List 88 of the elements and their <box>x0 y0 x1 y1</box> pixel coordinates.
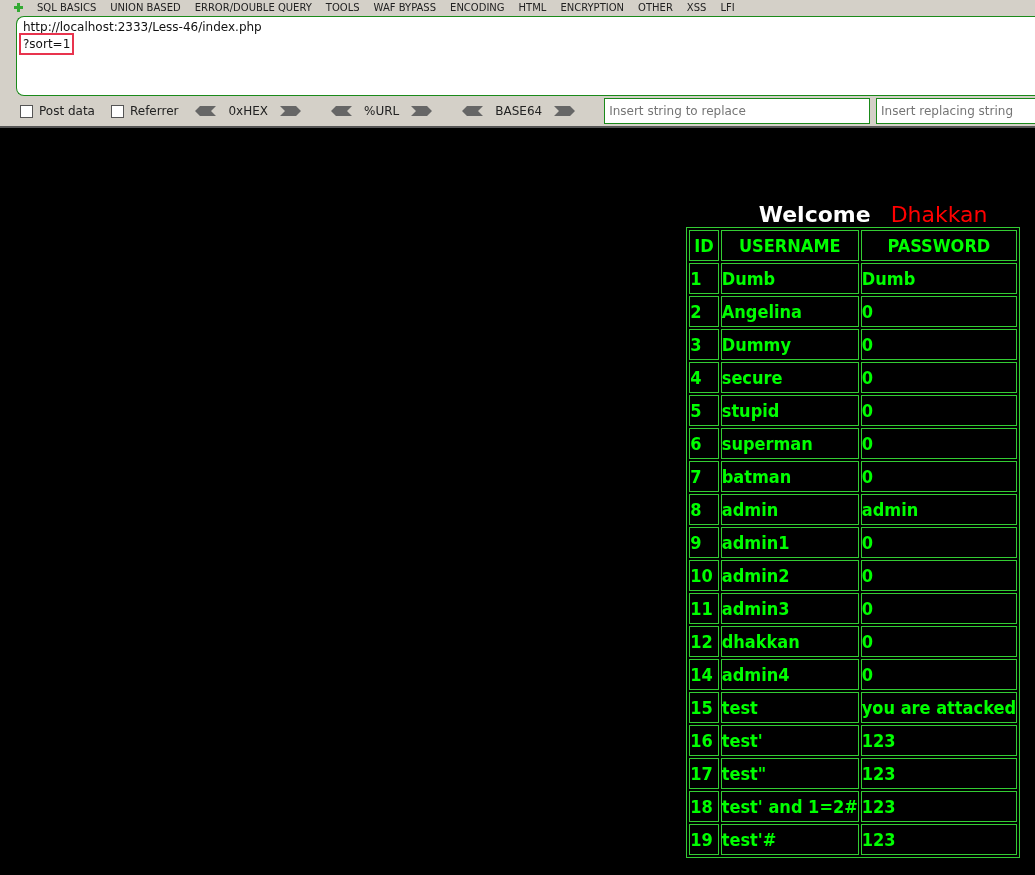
table-cell: 5 <box>689 395 719 426</box>
plus-icon[interactable] <box>14 3 23 12</box>
table-cell: 1 <box>689 263 719 294</box>
table-cell: 0 <box>860 626 1017 657</box>
table-cell: 2 <box>689 296 719 327</box>
menu-item[interactable]: ENCRYPTION <box>560 2 625 13</box>
column-header: USERNAME <box>720 230 859 261</box>
table-cell: 0 <box>860 296 1017 327</box>
table-cell: test <box>720 692 859 723</box>
right-arrow-icon[interactable] <box>554 105 577 117</box>
checkbox[interactable] <box>20 104 33 118</box>
table-cell: 0 <box>860 659 1017 690</box>
menu-item[interactable]: LFI <box>720 2 735 13</box>
table-cell: 0 <box>860 560 1017 591</box>
column-header: ID <box>689 230 719 261</box>
table-cell: 123 <box>860 824 1017 855</box>
menu-item[interactable]: XSS <box>686 2 707 13</box>
replacing-field[interactable]: Insert replacing string <box>876 98 1035 124</box>
table-cell: admin <box>860 494 1017 525</box>
table-cell: 12 <box>689 626 719 657</box>
table-cell: 9 <box>689 527 719 558</box>
table-cell: 8 <box>689 494 719 525</box>
menu-item[interactable]: ENCODING <box>450 2 505 13</box>
table-cell: 14 <box>689 659 719 690</box>
url-field[interactable]: http://localhost:2333/Less-46/index.php ?sort=1 <box>16 16 1035 96</box>
table-cell: stupid <box>720 395 859 426</box>
column-header: PASSWORD <box>860 230 1017 261</box>
table-cell: 123 <box>860 725 1017 756</box>
table-cell: 0 <box>860 593 1017 624</box>
table-cell: 0 <box>860 461 1017 492</box>
left-arrow-icon[interactable] <box>461 105 484 117</box>
checkbox[interactable] <box>110 104 124 118</box>
table-cell: 0 <box>860 395 1017 426</box>
table-cell: superman <box>720 428 859 459</box>
table-cell: Dumb <box>860 263 1017 294</box>
table-cell: admin3 <box>720 593 859 624</box>
table-cell: batman <box>720 461 859 492</box>
table-cell: admin <box>720 494 859 525</box>
table-cell: 17 <box>689 758 719 789</box>
table-cell: test' <box>720 725 859 756</box>
table-cell: admin4 <box>720 659 859 690</box>
table-cell: admin2 <box>720 560 859 591</box>
table-cell: Dummy <box>720 329 859 360</box>
table-cell: 11 <box>689 593 719 624</box>
table-cell: 3 <box>689 329 719 360</box>
checkbox-label[interactable]: Referrer <box>129 104 179 118</box>
table-cell: 7 <box>689 461 719 492</box>
table-cell: 0 <box>860 329 1017 360</box>
table-cell: 4 <box>689 362 719 393</box>
table-cell: 0 <box>860 527 1017 558</box>
table-cell: test" <box>720 758 859 789</box>
menu-item[interactable]: WAF BYPASS <box>373 2 437 13</box>
table-cell: 0 <box>860 362 1017 393</box>
welcome-text: Welcome <box>758 202 871 227</box>
menu-item[interactable]: UNION BASED <box>110 2 181 13</box>
menu-item[interactable]: TOOLS <box>325 2 360 13</box>
left-arrow-icon[interactable] <box>330 105 352 117</box>
table-cell: test' and 1=2# <box>720 791 859 822</box>
menu-item[interactable]: ERROR/DOUBLE QUERY <box>194 2 312 13</box>
table-cell: dhakkan <box>720 626 859 657</box>
table-cell: admin1 <box>720 527 859 558</box>
table-cell: 6 <box>689 428 719 459</box>
menu-item[interactable]: OTHER <box>638 2 673 13</box>
table-cell: Angelina <box>720 296 859 327</box>
table-cell: 0 <box>860 428 1017 459</box>
encoder-label: BASE64 <box>495 104 543 118</box>
left-arrow-icon[interactable] <box>194 105 217 117</box>
replace-field[interactable]: Insert string to replace <box>604 98 870 124</box>
table-cell: 123 <box>860 758 1017 789</box>
right-arrow-icon[interactable] <box>280 105 302 117</box>
table-cell: secure <box>720 362 859 393</box>
table-cell: you are attacked <box>860 692 1017 723</box>
encoder-label: %URL <box>364 104 400 118</box>
encoder-label: 0xHEX <box>228 104 268 118</box>
table-cell: 123 <box>860 791 1017 822</box>
user-name: Dhakkan <box>890 202 988 227</box>
right-arrow-icon[interactable] <box>411 105 434 117</box>
url-text: http://localhost:2333/Less-46/index.php <box>23 20 262 34</box>
table-cell: 15 <box>689 692 719 723</box>
table-cell: 18 <box>689 791 719 822</box>
table-cell: Dumb <box>720 263 859 294</box>
menu-item[interactable]: HTML <box>518 2 547 13</box>
menu-item[interactable]: SQL BASICS <box>37 2 97 13</box>
table-cell: 19 <box>689 824 719 855</box>
table-cell: 10 <box>689 560 719 591</box>
checkbox-label[interactable]: Post data <box>39 104 95 118</box>
table-cell: test'# <box>720 824 859 855</box>
table-cell: 16 <box>689 725 719 756</box>
